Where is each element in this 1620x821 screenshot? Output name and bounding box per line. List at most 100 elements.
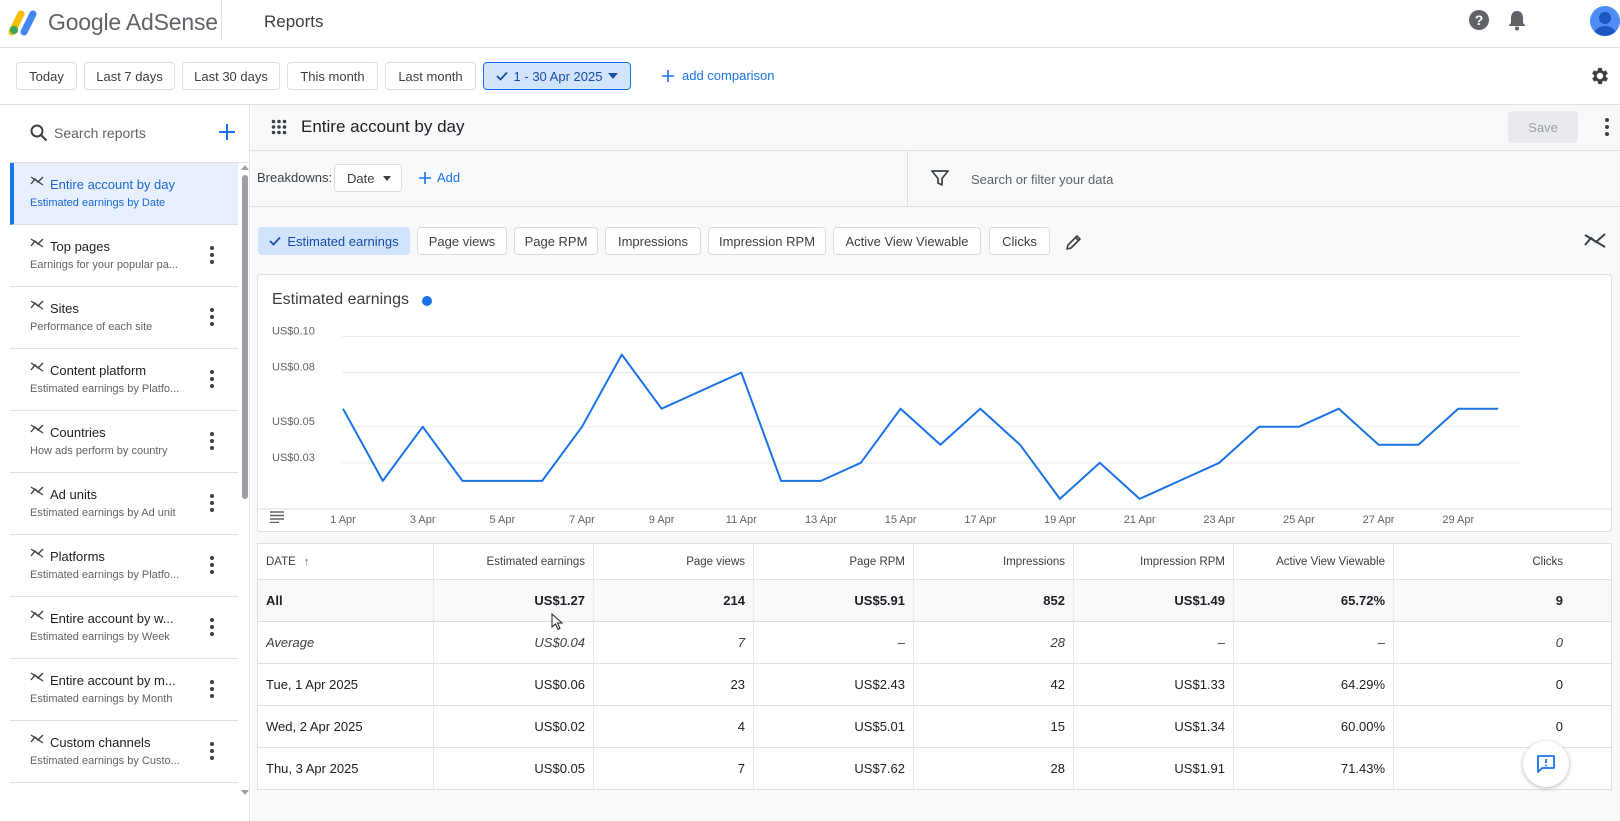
metric-chip[interactable]: Page RPM <box>514 227 598 255</box>
data-point[interactable] <box>1094 457 1106 469</box>
data-point[interactable] <box>1253 421 1265 433</box>
metric-chip[interactable]: Active View Viewable <box>833 227 981 255</box>
preset-last-month[interactable]: Last month <box>385 62 476 90</box>
sidebar-report-item[interactable]: Countries How ads perform by country <box>10 411 238 473</box>
scroll-up-arrow-icon[interactable] <box>240 163 250 171</box>
date-column-header[interactable]: DATE ↑ <box>258 544 434 579</box>
metric-chip[interactable]: Impression RPM <box>708 227 826 255</box>
new-report-plus-icon[interactable] <box>216 121 238 143</box>
sidebar-report-item[interactable]: Custom channels Estimated earnings by Cus… <box>10 721 238 783</box>
metric-chip[interactable]: Clicks <box>989 227 1050 255</box>
more-options-icon[interactable] <box>204 555 220 575</box>
column-header[interactable]: Active View Viewable <box>1234 544 1394 579</box>
more-options-icon[interactable] <box>204 245 220 265</box>
data-point[interactable] <box>616 349 628 361</box>
data-point[interactable] <box>457 475 469 487</box>
data-point[interactable] <box>815 475 827 487</box>
metric-chip[interactable]: Page views <box>417 227 507 255</box>
edit-metrics-pencil-icon[interactable] <box>1065 233 1083 251</box>
more-options-icon[interactable] <box>204 679 220 699</box>
data-point[interactable] <box>1213 457 1225 469</box>
sidebar-report-item[interactable]: Top pages Earnings for your popular pa... <box>10 225 238 287</box>
data-point[interactable] <box>1293 421 1305 433</box>
column-header[interactable]: Clicks <box>1394 544 1571 579</box>
brand-name: Google AdSense <box>48 9 218 35</box>
preset-last-30-days[interactable]: Last 30 days <box>182 62 280 90</box>
sidebar-report-item[interactable]: Platforms Estimated earnings by Platfo... <box>10 535 238 597</box>
feedback-button[interactable] <box>1523 741 1569 787</box>
add-comparison-link[interactable]: add comparison <box>662 68 775 83</box>
more-options-icon[interactable] <box>204 617 220 637</box>
preset-today[interactable]: Today <box>16 62 77 90</box>
filter-data-input[interactable] <box>971 167 1371 191</box>
report-header: Entire account by day Save <box>251 105 1620 151</box>
apps-grid-icon[interactable] <box>271 119 287 135</box>
adsense-logo[interactable] <box>8 6 42 36</box>
account-avatar[interactable] <box>1590 6 1620 36</box>
data-point[interactable] <box>1492 403 1504 415</box>
more-options-icon[interactable] <box>204 431 220 451</box>
metric-chip-label: Estimated earnings <box>287 233 399 249</box>
data-point[interactable] <box>934 439 946 451</box>
data-point[interactable] <box>1134 493 1146 505</box>
sidebar-scroll-thumb[interactable] <box>242 175 248 499</box>
sidebar-scrollbar[interactable] <box>240 163 250 821</box>
data-point[interactable] <box>1173 475 1185 487</box>
data-point[interactable] <box>855 457 867 469</box>
data-point[interactable] <box>1333 403 1345 415</box>
more-options-icon[interactable] <box>204 307 220 327</box>
scroll-down-arrow-icon[interactable] <box>240 789 250 797</box>
sidebar-report-item[interactable]: Ad units Estimated earnings by Ad unit <box>10 473 238 535</box>
sidebar-report-item[interactable]: Sites Performance of each site <box>10 287 238 349</box>
more-options-icon[interactable] <box>204 493 220 513</box>
search-reports-input[interactable] <box>54 121 204 145</box>
data-point[interactable] <box>417 421 429 433</box>
metric-chip[interactable]: Estimated earnings <box>258 227 410 255</box>
breakdown-date-select[interactable]: Date <box>334 164 402 192</box>
table-cell: Wed, 2 Apr 2025 <box>258 706 434 747</box>
column-header[interactable]: Estimated earnings <box>434 544 594 579</box>
save-button[interactable]: Save <box>1508 111 1578 143</box>
filter-funnel-icon[interactable] <box>931 169 949 187</box>
data-point[interactable] <box>656 403 668 415</box>
settings-gear-icon[interactable] <box>1589 65 1611 87</box>
selected-date-range[interactable]: 1 - 30 Apr 2025 <box>483 62 631 90</box>
data-point[interactable] <box>377 475 389 487</box>
sidebar-report-item[interactable]: Entire account by m... Estimated earnings… <box>10 659 238 721</box>
column-header[interactable]: Impressions <box>914 544 1074 579</box>
preset-last-7-days[interactable]: Last 7 days <box>84 62 175 90</box>
data-point[interactable] <box>496 475 508 487</box>
data-point[interactable] <box>1412 439 1424 451</box>
sidebar-report-item[interactable]: Entire account by w... Estimated earnings… <box>10 597 238 659</box>
sidebar-report-item[interactable]: Content platform Estimated earnings by Pl… <box>10 349 238 411</box>
sort-ascending-icon[interactable]: ↑ <box>304 556 310 568</box>
metric-chip[interactable]: Impressions <box>605 227 701 255</box>
data-point[interactable] <box>895 403 907 415</box>
add-breakdown-button[interactable]: Add <box>419 170 460 185</box>
data-point[interactable] <box>1373 439 1385 451</box>
data-point[interactable] <box>1014 439 1026 451</box>
sidebar-report-item[interactable]: Entire account by day Estimated earnings … <box>10 163 238 225</box>
data-point[interactable] <box>1452 403 1464 415</box>
data-point[interactable] <box>735 367 747 379</box>
preset-this-month[interactable]: This month <box>287 62 378 90</box>
chart-legend-list-icon[interactable] <box>270 511 284 523</box>
data-point[interactable] <box>576 421 588 433</box>
column-header[interactable]: Page RPM <box>754 544 914 579</box>
help-icon[interactable]: ? <box>1467 8 1491 32</box>
report-more-options-icon[interactable] <box>1600 117 1614 137</box>
chart-toggle-trend-icon[interactable] <box>1584 231 1606 249</box>
data-point[interactable] <box>974 403 986 415</box>
column-header[interactable]: Page views <box>594 544 754 579</box>
data-point[interactable] <box>337 403 349 415</box>
more-options-icon[interactable] <box>204 369 220 389</box>
data-point[interactable] <box>696 385 708 397</box>
data-point[interactable] <box>536 475 548 487</box>
report-item-title: Top pages <box>50 239 110 254</box>
more-options-icon[interactable] <box>204 741 220 761</box>
data-point[interactable] <box>775 475 787 487</box>
selected-date-range-label: 1 - 30 Apr 2025 <box>513 68 603 84</box>
column-header[interactable]: Impression RPM <box>1074 544 1234 579</box>
data-point[interactable] <box>1054 493 1066 505</box>
notifications-bell-icon[interactable] <box>1505 8 1529 32</box>
